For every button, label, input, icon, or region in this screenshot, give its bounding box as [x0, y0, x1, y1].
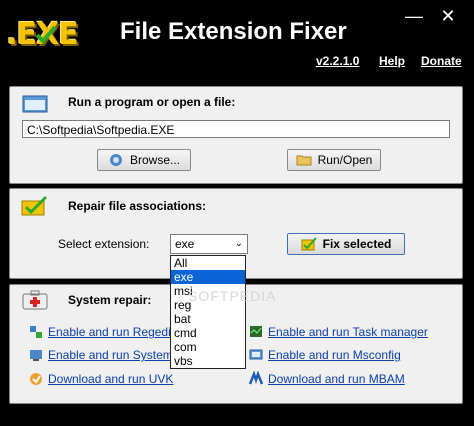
mbam-link-label: Download and run MBAM — [268, 372, 405, 386]
run-program-panel: Run a program or open a file: C:\Softped… — [9, 86, 463, 184]
file-path-input[interactable]: C:\Softpedia\Softpedia.EXE — [22, 120, 450, 138]
run-open-label: Run/Open — [317, 153, 373, 167]
uvk-link[interactable]: Download and run UVK — [28, 371, 173, 387]
window-icon — [22, 95, 48, 113]
extension-option[interactable]: All — [171, 256, 245, 270]
regedit-icon — [30, 326, 42, 338]
browse-button[interactable]: Browse... — [97, 149, 191, 171]
task-manager-link[interactable]: Enable and run Task manager — [248, 324, 428, 340]
system-panel-label: System repair: — [68, 293, 152, 307]
browse-label: Browse... — [129, 153, 180, 167]
regedit-link-label: Enable and run Regedit — [48, 325, 175, 339]
system-restore-link[interactable]: Enable and run System — [28, 347, 173, 363]
version-link[interactable]: v2.2.1.0 — [316, 54, 359, 68]
extension-option[interactable]: bat — [171, 312, 245, 326]
uvk-icon — [30, 373, 42, 385]
msconfig-link[interactable]: Enable and run Msconfig — [248, 347, 401, 363]
repair-panel-label: Repair file associations: — [68, 199, 207, 213]
run-panel-label: Run a program or open a file: — [68, 95, 236, 109]
help-link[interactable]: Help — [379, 54, 405, 68]
repair-check-icon — [21, 195, 48, 216]
app-title: File Extension Fixer — [120, 18, 347, 45]
select-extension-label: Select extension: — [58, 237, 150, 251]
run-open-button[interactable]: Run/Open — [287, 149, 381, 171]
extension-select-value: exe — [175, 237, 195, 251]
app-logo: .EXE — [6, 14, 79, 54]
system-link-label: Enable and run System — [48, 348, 173, 362]
uvk-link-label: Download and run UVK — [48, 372, 174, 386]
chevron-down-icon: ⌄ — [234, 238, 243, 249]
msconfig-link-label: Enable and run Msconfig — [268, 348, 401, 362]
mbam-icon — [248, 371, 264, 385]
close-button[interactable]: ✕ — [438, 6, 458, 27]
extension-option-selected[interactable]: exe — [171, 270, 245, 284]
fix-selected-label: Fix selected — [322, 237, 392, 251]
msconfig-icon — [249, 349, 263, 360]
first-aid-kit-icon — [22, 290, 48, 310]
donate-link[interactable]: Donate — [421, 54, 462, 68]
watermark: SOFTPEDIA — [188, 288, 277, 304]
browse-icon — [109, 154, 122, 166]
extension-select[interactable]: exe ⌄ — [170, 234, 248, 254]
regedit-link[interactable]: Enable and run Regedit — [28, 324, 174, 340]
task-manager-icon — [250, 326, 262, 337]
title-bar: .EXE File Extension Fixer — ✕ v2.2.1.0 H… — [0, 0, 474, 86]
extension-option[interactable]: vbs — [171, 354, 245, 368]
folder-icon — [296, 155, 312, 166]
minimize-button[interactable]: — — [404, 6, 424, 27]
mbam-link[interactable]: Download and run MBAM — [248, 371, 405, 387]
fix-icon — [301, 237, 317, 251]
extension-dropdown-list[interactable]: All exe msi reg bat cmd com vbs — [170, 255, 246, 369]
fix-selected-button[interactable]: Fix selected — [287, 233, 405, 255]
system-icon — [30, 350, 42, 361]
extension-option[interactable]: cmd — [171, 326, 245, 340]
extension-option[interactable]: com — [171, 340, 245, 354]
task-manager-link-label: Enable and run Task manager — [268, 325, 428, 339]
check-icon — [35, 25, 57, 44]
